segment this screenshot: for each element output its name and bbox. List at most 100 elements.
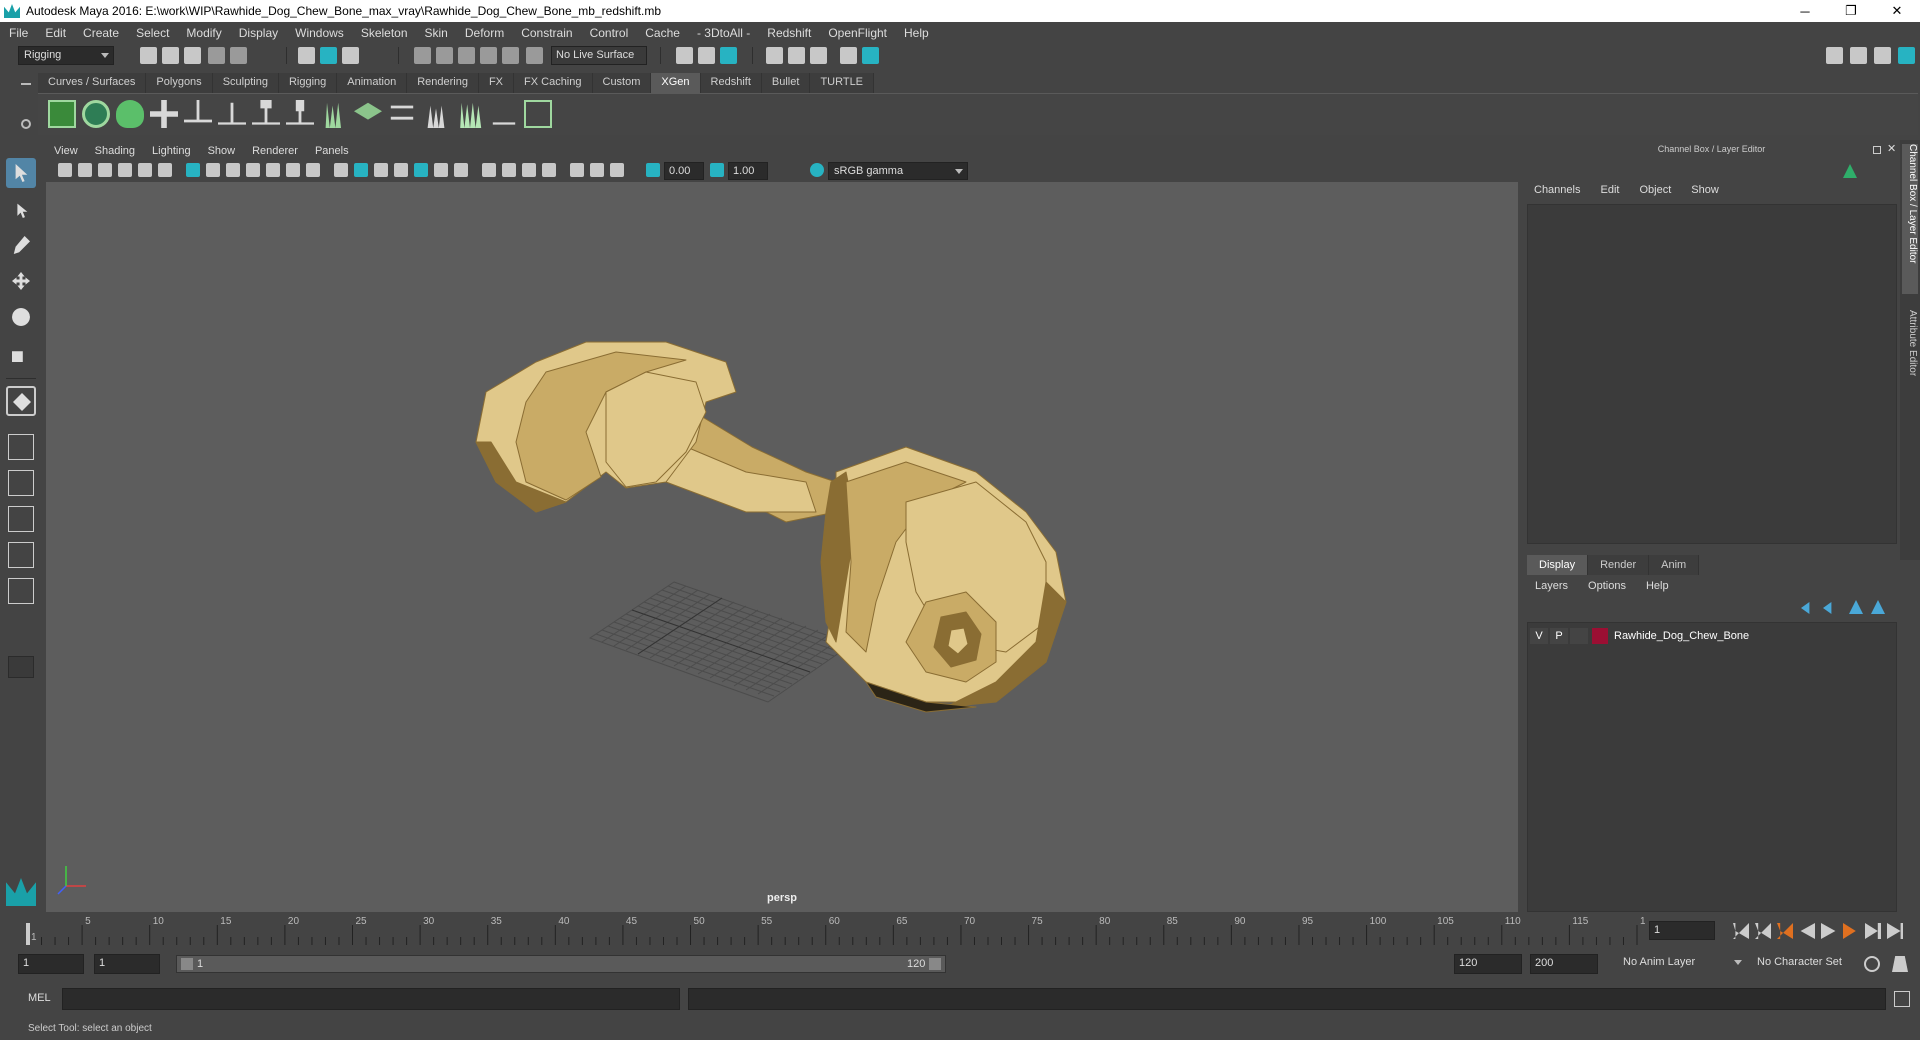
layer-color-swatch[interactable] xyxy=(1592,628,1608,644)
new-layer-from-selected-icon[interactable] xyxy=(1871,600,1885,614)
workspace-icon[interactable] xyxy=(1826,47,1843,64)
menu-deform[interactable]: Deform xyxy=(456,26,512,40)
wireframe-on-shaded-icon[interactable] xyxy=(374,163,388,177)
close-button[interactable]: ✕ xyxy=(1874,0,1920,22)
2d-pan-zoom-icon[interactable] xyxy=(138,163,152,177)
lasso-tool-button[interactable] xyxy=(6,194,36,224)
safe-title-icon[interactable] xyxy=(306,163,320,177)
menu-redshift[interactable]: Redshift xyxy=(758,26,819,40)
panel-menu-renderer[interactable]: Renderer xyxy=(244,145,307,157)
rawhide-dog-chew-bone-model[interactable] xyxy=(475,341,1067,713)
grease-pencil-icon[interactable] xyxy=(158,163,172,177)
menu-create[interactable]: Create xyxy=(74,26,127,40)
start-time-field[interactable]: 1 xyxy=(18,954,84,974)
shelf-tab-sculpting[interactable]: Sculpting xyxy=(212,73,279,93)
live-surface-field[interactable]: No Live Surface xyxy=(551,46,647,65)
output-ops-icon[interactable] xyxy=(698,47,715,64)
color-management-icon[interactable] xyxy=(810,163,824,177)
gamma-field[interactable]: 1.00 xyxy=(728,162,768,180)
menu-constrain[interactable]: Constrain xyxy=(512,26,580,40)
shelf-tab-rigging[interactable]: Rigging xyxy=(278,73,338,93)
select-camera-icon[interactable] xyxy=(58,163,72,177)
toggle-attribute-editor-icon[interactable] xyxy=(1874,47,1891,64)
shelf-tab-fx[interactable]: FX xyxy=(478,73,515,93)
range-start-handle[interactable] xyxy=(181,958,193,970)
playback-end-field[interactable]: 120 xyxy=(1454,954,1522,974)
xgen-editor-icon[interactable] xyxy=(48,100,76,128)
toggle-outliner-icon[interactable] xyxy=(1850,47,1867,64)
input-ops-icon[interactable] xyxy=(676,47,693,64)
layout-four-view-icon[interactable] xyxy=(8,434,34,460)
end-time-field[interactable]: 200 xyxy=(1530,954,1598,974)
command-input[interactable] xyxy=(62,988,680,1010)
layout-outliner-persp-icon[interactable] xyxy=(8,506,34,532)
menu-display[interactable]: Display xyxy=(230,26,286,40)
restore-button[interactable]: ❐ xyxy=(1828,0,1874,22)
last-tool-button[interactable] xyxy=(6,386,36,416)
anti-aliasing-icon[interactable] xyxy=(522,163,536,177)
xgen-export-icon[interactable] xyxy=(492,122,516,125)
layer-visibility-toggle[interactable]: V xyxy=(1530,628,1548,644)
image-plane-icon[interactable] xyxy=(118,163,132,177)
menu-3dtoall[interactable]: - 3DtoAll - xyxy=(688,26,758,40)
groom-layer-icon[interactable] xyxy=(354,102,382,120)
layout-hypershade-icon[interactable] xyxy=(8,578,34,604)
lock-guide-icon[interactable] xyxy=(286,100,314,125)
layer-tab-anim[interactable]: Anim xyxy=(1649,555,1700,575)
exposure-field[interactable]: 0.00 xyxy=(664,162,704,180)
snap-live-icon[interactable] xyxy=(502,47,519,64)
shelf-menu-icon[interactable] xyxy=(21,83,31,85)
channel-box-menu-edit[interactable]: Edit xyxy=(1589,184,1628,196)
step-forward-frame-icon[interactable] xyxy=(1843,923,1856,939)
menu-control[interactable]: Control xyxy=(581,26,637,40)
menu-skeleton[interactable]: Skeleton xyxy=(352,26,416,40)
menu-set-dropdown[interactable]: Rigging xyxy=(18,46,114,65)
panel-menu-shading[interactable]: Shading xyxy=(87,145,144,157)
command-language-label[interactable]: MEL xyxy=(28,992,51,1004)
go-to-start-icon[interactable] xyxy=(1733,923,1749,939)
rotate-tool-button[interactable] xyxy=(6,302,36,332)
snap-grid-icon[interactable] xyxy=(414,47,431,64)
select-guide-icon[interactable] xyxy=(218,102,246,125)
select-object-icon[interactable] xyxy=(320,47,337,64)
bookmark-icon[interactable] xyxy=(98,163,112,177)
scale-tool-button[interactable] xyxy=(6,338,36,368)
shelf-settings-gear-icon[interactable] xyxy=(21,119,31,129)
channel-box-menu-show[interactable]: Show xyxy=(1680,184,1728,196)
character-set-dropdown[interactable]: No Character Set xyxy=(1752,954,1860,974)
construction-history-icon[interactable] xyxy=(720,47,737,64)
xray-icon[interactable] xyxy=(394,163,408,177)
side-tab-attribute-editor[interactable]: Attribute Editor xyxy=(1902,310,1918,410)
manipulator-icon[interactable] xyxy=(1843,164,1857,178)
render-view-icon[interactable] xyxy=(862,47,879,64)
xgen-interactive-groom-icon[interactable] xyxy=(524,100,552,128)
menu-select[interactable]: Select xyxy=(127,26,177,40)
panel-menu-panels[interactable]: Panels xyxy=(307,145,358,157)
save-scene-icon[interactable] xyxy=(184,47,201,64)
menu-cache[interactable]: Cache xyxy=(636,26,688,40)
step-back-key-icon[interactable] xyxy=(1755,923,1771,939)
range-slider-bar[interactable]: 1 120 xyxy=(176,955,946,973)
channel-box-menu-object[interactable]: Object xyxy=(1628,184,1680,196)
xray-active-icon[interactable] xyxy=(610,163,624,177)
field-chart-icon[interactable] xyxy=(266,163,280,177)
gamma-icon[interactable] xyxy=(710,163,724,177)
layer-name[interactable]: Rawhide_Dog_Chew_Bone xyxy=(1614,630,1749,642)
select-component-icon[interactable] xyxy=(342,47,359,64)
render-frame-icon[interactable] xyxy=(766,47,783,64)
layer-menu-options[interactable]: Options xyxy=(1576,580,1634,592)
close-panel-icon[interactable]: ✕ xyxy=(1887,142,1896,155)
shelf-tab-xgen[interactable]: XGen xyxy=(651,73,701,93)
shelf-tab-redshift[interactable]: Redshift xyxy=(700,73,762,93)
isolate-select-icon[interactable] xyxy=(570,163,584,177)
snap-view-plane-icon[interactable] xyxy=(480,47,497,64)
step-forward-key-icon[interactable] xyxy=(1865,923,1881,939)
play-backwards-icon[interactable] xyxy=(1800,923,1815,939)
layer-playback-toggle[interactable]: P xyxy=(1550,628,1568,644)
menu-openflight[interactable]: OpenFlight xyxy=(819,26,895,40)
toggle-channel-box-icon[interactable] xyxy=(1898,47,1915,64)
wireframe-icon[interactable] xyxy=(334,163,348,177)
menu-file[interactable]: File xyxy=(0,26,36,40)
new-scene-icon[interactable] xyxy=(140,47,157,64)
minimize-button[interactable]: ─ xyxy=(1782,0,1828,22)
